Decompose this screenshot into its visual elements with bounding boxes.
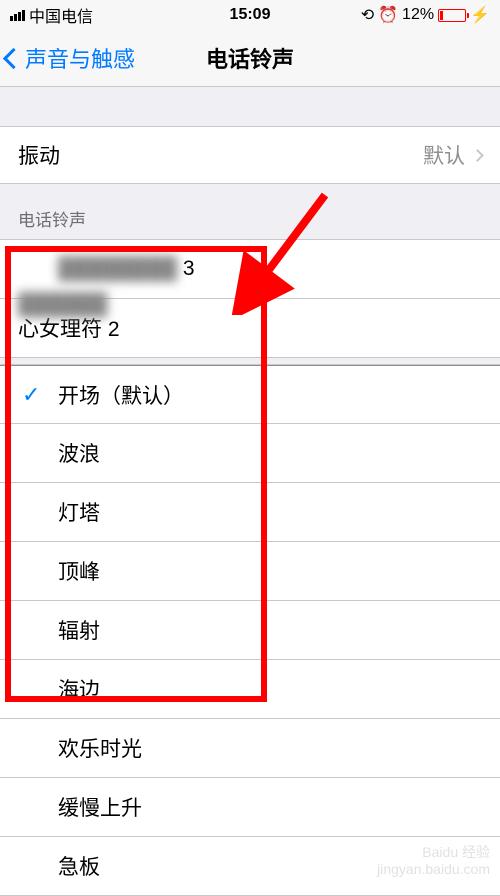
vibration-label: 振动 [18, 140, 60, 170]
battery-icon [438, 9, 466, 22]
status-left: 中国电信 [10, 3, 93, 27]
ringtone-label: 开场（默认） [58, 380, 184, 410]
ringtones-list: ✓ 开场（默认） 波浪 灯塔 顶峰 辐射 海边 欢乐时光 缓慢上升 急板 [0, 364, 500, 896]
signal-icon [10, 10, 25, 21]
list-item-opening[interactable]: ✓ 开场（默认） [0, 365, 500, 424]
list-item[interactable]: ████████ 3 [0, 240, 500, 299]
nav-bar: 声音与触感 电话铃声 [0, 30, 500, 87]
ringtone-label: 欢乐时光 [58, 733, 142, 763]
ringtone-label: 急板 [58, 851, 100, 881]
list-item[interactable]: 海边 [0, 660, 500, 719]
alarm-icon: ⏰ [378, 5, 398, 25]
ringtone-label: 灯塔 [58, 497, 100, 527]
ringtone-label: 海边 [58, 674, 100, 704]
back-button[interactable]: 声音与触感 [0, 42, 135, 74]
rotation-lock-icon: ⟲ [361, 5, 374, 25]
list-item[interactable]: ██████ 心女理符 2 [0, 299, 500, 358]
ringtone-label: 波浪 [58, 438, 100, 468]
watermark: Baidu 经验 jingyan.baidu.com [377, 844, 490, 878]
chevron-right-icon [471, 149, 484, 162]
ringtone-label: 辐射 [58, 615, 100, 645]
list-item[interactable]: 顶峰 [0, 542, 500, 601]
blurred-text: ██████ [18, 293, 107, 317]
list-item[interactable]: 欢乐时光 [0, 719, 500, 778]
chevron-left-icon [3, 47, 24, 68]
status-bar: 中国电信 15:09 ⟲ ⏰ 12% ⚡ [0, 0, 500, 30]
custom-tones-list: ████████ 3 ██████ 心女理符 2 [0, 239, 500, 358]
check-icon: ✓ [22, 382, 40, 408]
battery-pct: 12% [402, 6, 434, 24]
carrier-label: 中国电信 [29, 3, 93, 27]
list-item[interactable]: 缓慢上升 [0, 778, 500, 837]
list-item[interactable]: 波浪 [0, 424, 500, 483]
charging-icon: ⚡ [470, 5, 490, 25]
vibration-row[interactable]: 振动 默认 [0, 126, 500, 184]
status-right: ⟲ ⏰ 12% ⚡ [361, 5, 490, 25]
back-label: 声音与触感 [25, 42, 135, 74]
list-item[interactable]: 灯塔 [0, 483, 500, 542]
blurred-text: ████████ [58, 257, 177, 280]
status-time: 15:09 [230, 6, 271, 24]
page-title: 电话铃声 [206, 42, 294, 74]
ringtone-label: 顶峰 [58, 556, 100, 586]
section-header-ringtones: 电话铃声 [0, 184, 500, 239]
list-item[interactable]: 辐射 [0, 601, 500, 660]
vibration-value: 默认 [423, 140, 482, 170]
ringtone-label: 缓慢上升 [58, 792, 142, 822]
